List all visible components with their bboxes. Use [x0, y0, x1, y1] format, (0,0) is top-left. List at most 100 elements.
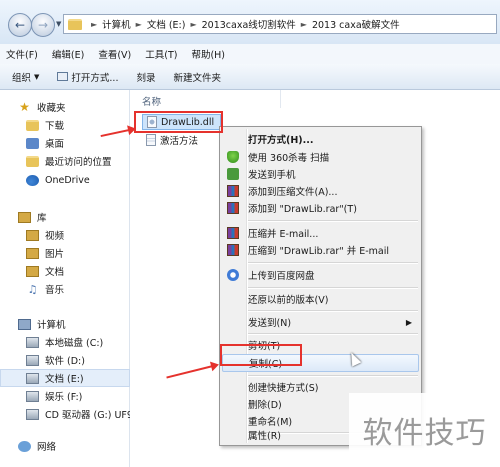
sidebar-network[interactable]: 网络 — [0, 437, 148, 455]
sidebar-item-drive-e[interactable]: 文档 (E:) — [0, 369, 130, 387]
file-name: 激活方法 — [160, 136, 199, 147]
menu-item-add-to-rar[interactable]: 添加到 "DrawLib.rar"(T) — [222, 199, 419, 217]
sidebar-item-label: 计算机 — [37, 320, 66, 331]
new-folder-button[interactable]: 新建文件夹 — [173, 70, 221, 84]
winrar-icon — [227, 185, 239, 197]
open-with-button[interactable]: 打开方式... — [57, 70, 118, 84]
phone-icon — [227, 168, 239, 180]
menu-separator — [248, 333, 418, 335]
menu-help[interactable]: 帮助(H) — [191, 47, 225, 61]
breadcrumb-crack-folder[interactable]: 2013 caxa破解文件 — [312, 17, 400, 31]
file-item-activation[interactable]: 激活方法 — [142, 132, 198, 148]
menu-tools[interactable]: 工具(T) — [145, 47, 177, 61]
menu-item-label: 发送到(N) — [248, 318, 292, 329]
menu-separator — [248, 375, 418, 377]
sidebar-libraries[interactable]: 库 — [0, 208, 148, 226]
sidebar-favorites[interactable]: ★ 收藏夹 — [0, 98, 148, 116]
menu-item-scan-360[interactable]: 使用 360杀毒 扫描 — [222, 148, 419, 166]
burn-button[interactable]: 刻录 — [136, 70, 155, 84]
sidebar-item-label: 本地磁盘 (C:) — [45, 338, 104, 349]
menu-item-label: 删除(D) — [248, 400, 282, 411]
menu-item-upload-baidu[interactable]: 上传到百度网盘 — [222, 266, 419, 284]
menu-item-label: 添加到压缩文件(A)... — [248, 187, 338, 198]
menu-item-zip-email[interactable]: 压缩并 E-mail... — [222, 224, 419, 242]
hard-drive-icon — [26, 354, 39, 366]
menu-item-open-with[interactable]: 打开方式(H)... — [222, 130, 419, 148]
menu-item-zip-rar-email[interactable]: 压缩到 "DrawLib.rar" 并 E-mail — [222, 241, 419, 259]
column-header-name[interactable]: 名称 — [142, 94, 161, 108]
hard-drive-icon — [26, 390, 39, 402]
sidebar-item-label: 下载 — [45, 121, 65, 132]
menu-item-send-to[interactable]: 发送到(N) ▶ — [222, 313, 419, 331]
command-bar: 组织 ▼ 打开方式... 刻录 新建文件夹 — [0, 64, 500, 90]
desktop-icon — [26, 137, 39, 149]
breadcrumb-drive-e[interactable]: 文档 (E:) — [147, 17, 186, 31]
star-icon: ★ — [19, 99, 30, 114]
sidebar-item-label: 库 — [37, 213, 47, 224]
menu-item-restore-versions[interactable]: 还原以前的版本(V) — [222, 290, 419, 308]
arrow-left-icon: ← — [14, 18, 26, 32]
cd-drive-icon — [26, 408, 39, 420]
sidebar-item-label: OneDrive — [45, 174, 90, 186]
sidebar-item-label: 图片 — [45, 249, 65, 260]
menu-file[interactable]: 文件(F) — [6, 47, 38, 61]
menu-item-label: 压缩并 E-mail... — [248, 229, 319, 240]
hard-drive-icon — [26, 372, 39, 384]
sidebar-item-label: 文档 — [45, 267, 65, 278]
sidebar-computer[interactable]: 计算机 — [0, 315, 148, 333]
menu-item-label: 压缩到 "DrawLib.rar" 并 E-mail — [248, 246, 390, 257]
winrar-icon — [227, 202, 239, 214]
cloud-icon — [26, 174, 39, 186]
menu-item-label: 创建快捷方式(S) — [248, 383, 319, 394]
video-library-icon — [26, 229, 39, 241]
sidebar-item-label: 最近访问的位置 — [45, 157, 112, 168]
shield-icon — [227, 151, 239, 163]
menu-item-send-to-phone[interactable]: 发送到手机 — [222, 165, 419, 183]
sidebar-item-label: 收藏夹 — [37, 103, 66, 114]
submenu-arrow-icon: ▶ — [405, 317, 412, 327]
network-icon — [18, 440, 31, 452]
menu-item-label: 使用 360杀毒 扫描 — [248, 153, 330, 164]
picture-library-icon — [26, 247, 39, 259]
winrar-icon — [227, 227, 239, 239]
library-icon — [18, 211, 31, 223]
organize-label: 组织 — [12, 72, 32, 84]
menu-edit[interactable]: 编辑(E) — [52, 47, 84, 61]
watermark: 软件技巧 — [349, 393, 500, 467]
navigation-pane: ★ 收藏夹 下载 桌面 最近访问的位置 OneDrive 库 视频 图片 文档 … — [0, 90, 133, 467]
menu-bar: 文件(F) 编辑(E) 查看(V) 工具(T) 帮助(H) — [0, 44, 500, 64]
sidebar-item-label: 网络 — [37, 442, 57, 453]
chevron-right-icon[interactable]: ► — [185, 20, 201, 29]
menu-view[interactable]: 查看(V) — [98, 47, 131, 61]
forward-button[interactable]: → — [31, 13, 55, 37]
sidebar-item-label: 文档 (E:) — [45, 374, 84, 385]
sidebar-item-label: 娱乐 (F:) — [45, 392, 83, 403]
chevron-right-icon[interactable]: ► — [86, 20, 102, 29]
music-note-icon: ♫ — [27, 282, 38, 296]
menu-separator — [248, 287, 418, 289]
menu-item-add-to-archive[interactable]: 添加到压缩文件(A)... — [222, 182, 419, 200]
chevron-right-icon[interactable]: ► — [296, 20, 312, 29]
burn-label: 刻录 — [136, 72, 156, 84]
column-divider[interactable] — [280, 90, 281, 108]
back-button[interactable]: ← — [8, 13, 32, 37]
menu-item-label: 属性(R) — [248, 431, 282, 442]
sidebar-item-label: 软件 (D:) — [45, 356, 85, 367]
hard-drive-icon — [26, 336, 39, 348]
chevron-right-icon[interactable]: ► — [131, 20, 147, 29]
arrow-right-icon: → — [37, 18, 49, 32]
recent-pages-dropdown-icon[interactable]: ▼ — [56, 20, 61, 28]
breadcrumb[interactable]: ► 计算机 ► 文档 (E:) ► 2013caxa线切割软件 ► 2013 c… — [63, 14, 497, 34]
breadcrumb-computer[interactable]: 计算机 — [102, 17, 131, 31]
annotation-box-file — [134, 111, 223, 133]
menu-separator — [248, 262, 418, 264]
baidu-netdisk-icon — [227, 269, 239, 281]
menu-item-label: 还原以前的版本(V) — [248, 295, 329, 306]
organize-button[interactable]: 组织 ▼ — [12, 70, 39, 84]
folder-icon — [68, 18, 82, 30]
open-with-label: 打开方式... — [71, 72, 119, 84]
breadcrumb-caxa-folder[interactable]: 2013caxa线切割软件 — [202, 17, 296, 31]
menu-item-label: 打开方式(H)... — [248, 135, 314, 146]
text-document-icon — [146, 134, 156, 146]
menu-separator — [248, 220, 418, 222]
